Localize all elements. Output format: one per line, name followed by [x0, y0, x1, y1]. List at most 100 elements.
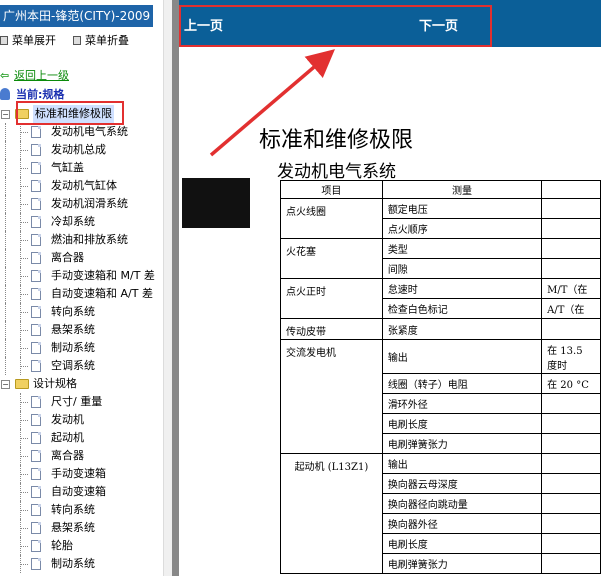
- tree-item-label[interactable]: 冷却系统: [51, 213, 95, 231]
- collapse-toggle-icon[interactable]: −: [1, 110, 10, 119]
- next-page-button[interactable]: 下一页: [419, 15, 458, 34]
- sidebar: 广州本田-锋范(CITY)-2009 菜单展开 菜单折叠 ⇦ 返回上一级 当前:规…: [0, 0, 163, 576]
- tree-item[interactable]: 发动机气缸体: [0, 177, 163, 195]
- tree-item[interactable]: 转向系统: [0, 303, 163, 321]
- table-cell: 电刷弹簧张力: [381, 553, 543, 574]
- table-cell: 电刷长度: [381, 533, 543, 554]
- document-icon: [31, 522, 41, 534]
- table-cell: 点火顺序: [381, 218, 543, 239]
- vertical-scrollbar[interactable]: [172, 0, 179, 576]
- tree-folder-label[interactable]: 设计规格: [33, 375, 77, 393]
- tree-item[interactable]: 离合器: [0, 249, 163, 267]
- tree-item[interactable]: 发动机: [0, 411, 163, 429]
- spec-table: 项目 测量 点火线圈 额定电压 点火顺序 火花塞 类型 间隙 点火正时 怠速时 …: [280, 180, 601, 574]
- tree-item-label[interactable]: 手动变速箱: [51, 465, 106, 483]
- document-pane: 上一页 下一页 标准和维修极限 发动机电气系统 项目 测量 点火线圈 额定电压: [179, 0, 601, 576]
- back-arrow-icon: ⇦: [0, 69, 10, 82]
- tree-item-label[interactable]: 悬架系统: [51, 321, 95, 339]
- tree-item[interactable]: 手动变速箱: [0, 465, 163, 483]
- tree-item-label[interactable]: 发动机: [51, 411, 84, 429]
- tree-item[interactable]: 悬架系统: [0, 519, 163, 537]
- tree-item[interactable]: 空调系统: [0, 357, 163, 375]
- tree-item-label[interactable]: 轮胎: [51, 537, 73, 555]
- table-row: 点火正时 怠速时 M/T（在: [280, 278, 601, 319]
- document-icon: [31, 162, 41, 174]
- prev-page-button[interactable]: 上一页: [184, 15, 223, 34]
- tree-item-label[interactable]: 自动变速箱: [51, 483, 106, 501]
- tree-item[interactable]: 发动机润滑系统: [0, 195, 163, 213]
- tree-item[interactable]: 冷却系统: [0, 213, 163, 231]
- document-icon: [31, 504, 41, 516]
- tree-item-label[interactable]: 起动机: [51, 429, 84, 447]
- tree-item[interactable]: 尺寸/ 重量: [0, 393, 163, 411]
- table-cell: 在 20 °C: [541, 373, 601, 394]
- current-location-label: 当前:规格: [16, 88, 65, 101]
- document-icon: [31, 234, 41, 246]
- tree-item[interactable]: 自动变速箱: [0, 483, 163, 501]
- tree-folder[interactable]: − 设计规格: [0, 375, 163, 393]
- tree-item-label[interactable]: 离合器: [51, 249, 84, 267]
- tree-item[interactable]: 制动系统: [0, 555, 163, 573]
- table-cell: 额定电压: [381, 198, 543, 219]
- collapse-toggle-icon[interactable]: −: [1, 380, 10, 389]
- tree-item-label[interactable]: 转向系统: [51, 303, 95, 321]
- table-cell: 点火正时: [280, 278, 383, 319]
- tree-item[interactable]: 发动机电气系统: [0, 123, 163, 141]
- back-link[interactable]: ⇦ 返回上一级: [0, 68, 69, 84]
- table-cell: [541, 413, 601, 434]
- document-icon: [31, 486, 41, 498]
- tree-item-label[interactable]: 发动机气缸体: [51, 177, 117, 195]
- tree-item-label[interactable]: 离合器: [51, 447, 84, 465]
- tree-item-label[interactable]: 空调系统: [51, 357, 95, 375]
- tree-item-label[interactable]: 手动变速箱和 M/T 差: [51, 267, 155, 285]
- tree-item-label[interactable]: 制动系统: [51, 339, 95, 357]
- document-icon: [31, 198, 41, 210]
- tree-item-label[interactable]: 自动变速箱和 A/T 差: [51, 285, 153, 303]
- tree-item[interactable]: 燃油和排放系统: [0, 231, 163, 249]
- selection-highlight-box: [16, 101, 124, 125]
- table-row: 点火线圈 额定电压: [280, 198, 601, 239]
- tree-item[interactable]: 离合器: [0, 447, 163, 465]
- table-row: 传动皮带 张紧度: [280, 318, 601, 340]
- menu-collapse-button[interactable]: 菜单折叠: [73, 33, 129, 49]
- table-header-row: 项目 测量: [280, 180, 601, 199]
- table-cell: [541, 433, 601, 454]
- nav-tree: − 标准和维修极限 发动机电气系统 发动机总成 气缸盖 发动机气缸体 发动机润滑…: [0, 105, 163, 573]
- tree-item-label[interactable]: 转向系统: [51, 501, 95, 519]
- tree-item-label[interactable]: 尺寸/ 重量: [51, 393, 102, 411]
- tree-item-label[interactable]: 气缸盖: [51, 159, 84, 177]
- tree-item[interactable]: 轮胎: [0, 537, 163, 555]
- table-cell: 换向器径向跳动量: [381, 493, 543, 514]
- menu-expand-button[interactable]: 菜单展开: [0, 33, 56, 49]
- document-subtitle: 发动机电气系统: [277, 162, 396, 182]
- tree-item[interactable]: 制动系统: [0, 339, 163, 357]
- document-icon: [31, 450, 41, 462]
- document-icon: [31, 540, 41, 552]
- document-icon: [31, 252, 41, 264]
- tree-item-label[interactable]: 燃油和排放系统: [51, 231, 128, 249]
- tree-item[interactable]: 起动机: [0, 429, 163, 447]
- tree-item-label[interactable]: 制动系统: [51, 555, 95, 573]
- tree-item-label[interactable]: 发动机电气系统: [51, 123, 128, 141]
- document-title: 标准和维修极限: [259, 128, 414, 153]
- redacted-block: [182, 178, 250, 228]
- tree-item[interactable]: 发动机总成: [0, 141, 163, 159]
- table-cell: [541, 238, 601, 259]
- table-cell: [541, 393, 601, 414]
- folder-open-icon: [15, 379, 29, 389]
- document-icon: [31, 558, 41, 570]
- tree-item[interactable]: 自动变速箱和 A/T 差: [0, 285, 163, 303]
- table-cell: 滑环外径: [381, 393, 543, 414]
- pane-splitter[interactable]: [163, 0, 172, 576]
- tree-item-label[interactable]: 发动机润滑系统: [51, 195, 128, 213]
- tree-item-label[interactable]: 发动机总成: [51, 141, 106, 159]
- tree-item[interactable]: 转向系统: [0, 501, 163, 519]
- menu-icon: [73, 36, 81, 45]
- document-icon: [31, 270, 41, 282]
- tree-item[interactable]: 悬架系统: [0, 321, 163, 339]
- document-icon: [31, 468, 41, 480]
- tree-item-label[interactable]: 悬架系统: [51, 519, 95, 537]
- tree-item[interactable]: 手动变速箱和 M/T 差: [0, 267, 163, 285]
- document-icon: [31, 342, 41, 354]
- tree-item[interactable]: 气缸盖: [0, 159, 163, 177]
